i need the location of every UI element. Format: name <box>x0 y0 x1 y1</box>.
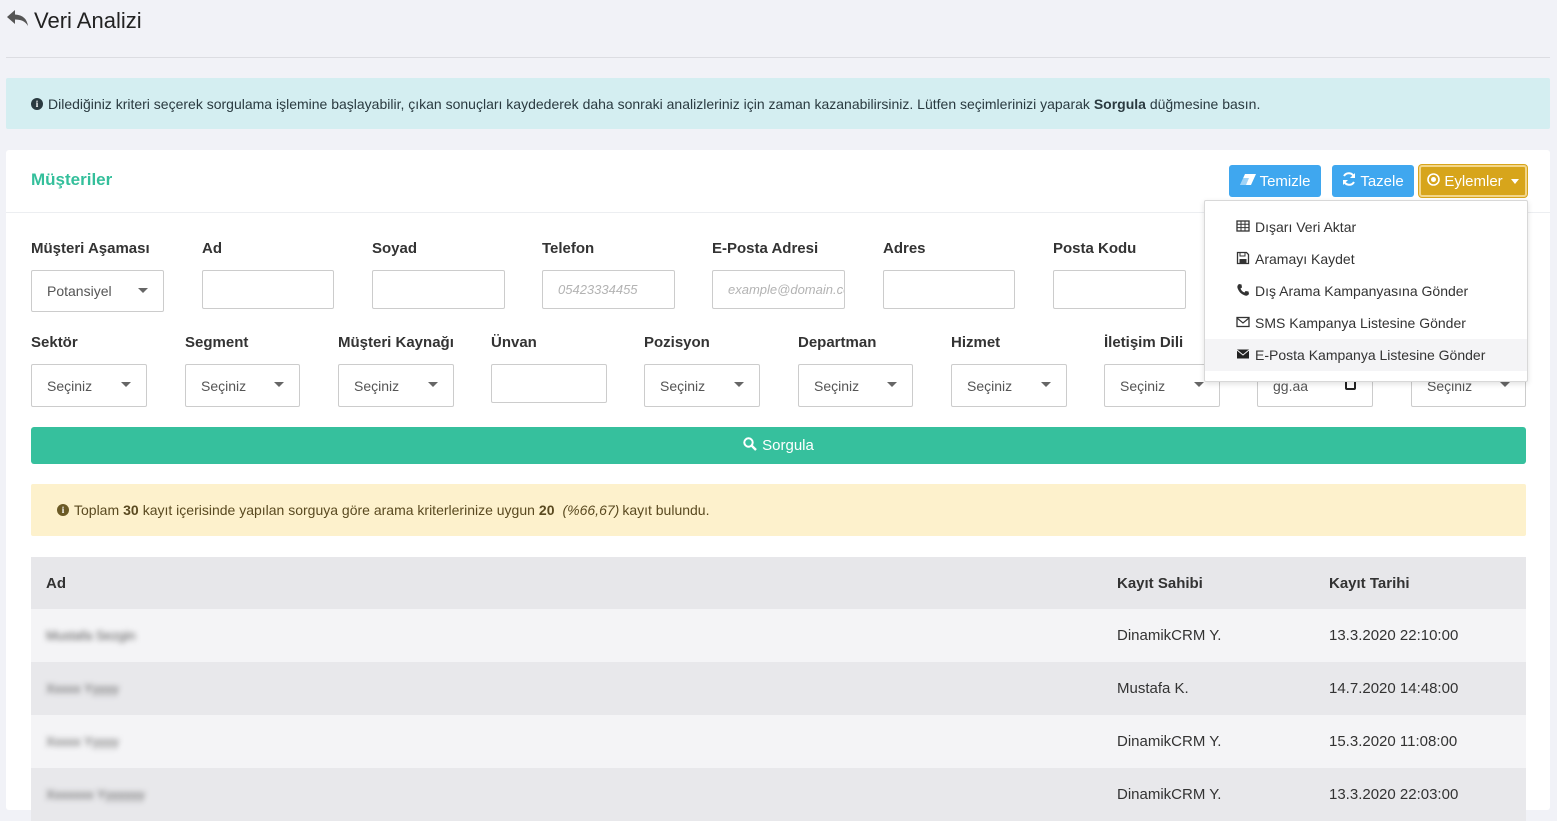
row-owner: DinamikCRM Y. <box>1117 627 1222 644</box>
phone-input[interactable]: 05423334455 <box>542 270 675 309</box>
label-service: Hizmet <box>951 334 1001 351</box>
query-button[interactable]: Sorgula <box>31 427 1526 464</box>
menu-item-label: Aramayı Kaydet <box>1255 251 1355 267</box>
customer-stage-select[interactable]: Potansiyel <box>31 270 164 312</box>
clear-button-label: Temizle <box>1259 172 1311 190</box>
header-date[interactable]: Kayıt Tarihi <box>1329 557 1410 609</box>
header-owner[interactable]: Kayıt Sahibi <box>1117 557 1203 609</box>
info-alert: i Dilediğiniz kriteri seçerek sorgulama … <box>6 78 1550 129</box>
info-text-before: Dilediğiniz kriteri seçerek sorgulama iş… <box>48 95 1090 112</box>
sector-select[interactable]: Seçiniz <box>31 364 147 407</box>
actions-button[interactable]: Eylemler <box>1419 165 1527 197</box>
row-name: Xxxxxxx Yyyyyyy <box>46 787 145 802</box>
email-input[interactable]: example@domain.com <box>712 270 845 309</box>
communication-language-select[interactable]: Seçiniz <box>1104 364 1220 407</box>
menu-item-email-campaign[interactable]: E-Posta Kampanya Listesine Gönder <box>1205 339 1527 371</box>
label-address: Adres <box>883 240 926 257</box>
result-alert: i Toplam 30 kayıt içerisinde yapılan sor… <box>31 484 1526 536</box>
refresh-icon <box>1342 172 1356 190</box>
result-total: 30 <box>123 502 139 518</box>
row-owner: DinamikCRM Y. <box>1117 786 1222 803</box>
eraser-icon <box>1239 173 1256 190</box>
segment-select[interactable]: Seçiniz <box>185 364 300 407</box>
query-button-label: Sorgula <box>762 437 814 454</box>
envelope-outline-icon <box>1236 315 1250 332</box>
row-name: Xxxxx Yyyyy <box>46 681 119 696</box>
label-name: Ad <box>202 240 222 257</box>
menu-item-label: Dışarı Veri Aktar <box>1255 219 1357 235</box>
circle-dot-icon <box>1427 172 1441 190</box>
menu-item-export-data[interactable]: Dışarı Veri Aktar <box>1205 211 1527 243</box>
refresh-button[interactable]: Tazele <box>1332 165 1414 197</box>
customer-source-select[interactable]: Seçiniz <box>338 364 454 407</box>
label-position: Pozisyon <box>644 334 710 351</box>
result-text-2: kayıt içerisinde yapılan sorguya göre ar… <box>142 502 535 518</box>
address-input[interactable] <box>883 270 1015 309</box>
row-date: 15.3.2020 11:08:00 <box>1329 733 1458 750</box>
info-text-bold: Sorgula <box>1093 95 1146 112</box>
menu-item-outbound-call-campaign[interactable]: Dış Arama Kampanyasına Gönder <box>1205 275 1527 307</box>
back-arrow-icon[interactable] <box>6 8 30 34</box>
info-icon: i <box>31 97 43 110</box>
clear-button[interactable]: Temizle <box>1229 165 1321 197</box>
row-name: Mustafa Sezgin <box>46 628 136 643</box>
label-segment: Segment <box>185 334 249 351</box>
page-title-text: Veri Analizi <box>34 8 142 33</box>
results-table: Ad Kayıt Sahibi Kayıt Tarihi Mustafa Sez… <box>31 557 1526 821</box>
label-sector: Sektör <box>31 334 78 351</box>
card-title: Müşteriler <box>31 170 113 189</box>
postal-code-input[interactable] <box>1053 270 1186 309</box>
menu-item-label: E-Posta Kampanya Listesine Gönder <box>1255 347 1486 363</box>
table-header: Ad Kayıt Sahibi Kayıt Tarihi <box>31 557 1526 609</box>
label-email: E-Posta Adresi <box>712 240 819 257</box>
table-row[interactable]: Xxxxx Yyyyy DinamikCRM Y. 15.3.2020 11:0… <box>31 715 1526 768</box>
actions-dropdown-menu: Dışarı Veri Aktar Aramayı Kaydet Dış Ara… <box>1204 200 1528 382</box>
row-date: 13.3.2020 22:03:00 <box>1329 786 1459 803</box>
result-found: 20 <box>538 502 555 518</box>
table-icon <box>1236 219 1250 236</box>
header-name[interactable]: Ad <box>46 557 66 609</box>
service-select[interactable]: Seçiniz <box>951 364 1067 407</box>
envelope-icon <box>1236 347 1250 364</box>
result-text-1: Toplam <box>74 502 120 518</box>
table-row[interactable]: Mustafa Sezgin DinamikCRM Y. 13.3.2020 2… <box>31 609 1526 662</box>
label-department: Departman <box>798 334 877 351</box>
table-row[interactable]: Xxxxx Yyyyy Mustafa K. 14.7.2020 14:48:0… <box>31 662 1526 715</box>
table-row[interactable]: Xxxxxxx Yyyyyyy DinamikCRM Y. 13.3.2020 … <box>31 768 1526 821</box>
label-surname: Soyad <box>372 240 418 257</box>
label-phone: Telefon <box>542 240 595 257</box>
row-owner: Mustafa K. <box>1117 680 1189 697</box>
phone-icon <box>1236 283 1250 300</box>
info-text-after: düğmesine basın. <box>1149 95 1261 112</box>
title-input[interactable] <box>491 364 607 403</box>
row-name: Xxxxx Yyyyy <box>46 734 119 749</box>
row-date: 14.7.2020 14:48:00 <box>1329 680 1459 697</box>
refresh-button-label: Tazele <box>1360 172 1404 190</box>
label-customer-stage: Müşteri Aşaması <box>31 240 150 257</box>
label-postal-code: Posta Kodu <box>1053 240 1137 257</box>
menu-item-label: Dış Arama Kampanyasına Gönder <box>1255 283 1469 299</box>
result-percent: (%66,67) <box>562 502 620 518</box>
position-select[interactable]: Seçiniz <box>644 364 760 407</box>
menu-item-sms-campaign[interactable]: SMS Kampanya Listesine Gönder <box>1205 307 1527 339</box>
department-select[interactable]: Seçiniz <box>798 364 913 407</box>
menu-item-save-search[interactable]: Aramayı Kaydet <box>1205 243 1527 275</box>
search-icon <box>743 436 757 455</box>
row-date: 13.3.2020 22:10:00 <box>1329 627 1459 644</box>
actions-button-label: Eylemler <box>1444 172 1503 190</box>
result-text-3: kayıt bulundu. <box>622 502 710 518</box>
info-alert-text: Dilediğiniz kriteri seçerek sorgulama iş… <box>48 96 1260 112</box>
menu-item-label: SMS Kampanya Listesine Gönder <box>1255 315 1466 331</box>
info-icon: i <box>57 504 69 516</box>
name-input[interactable] <box>202 270 334 309</box>
title-divider <box>6 57 1550 58</box>
page-title: Veri Analizi <box>6 8 142 34</box>
label-customer-source: Müşteri Kaynağı <box>338 334 454 351</box>
caret-down-icon <box>1510 178 1519 184</box>
save-icon <box>1236 251 1250 268</box>
row-owner: DinamikCRM Y. <box>1117 733 1222 750</box>
label-title: Ünvan <box>491 334 537 351</box>
surname-input[interactable] <box>372 270 505 309</box>
label-communication-language: İletişim Dili <box>1104 334 1184 351</box>
